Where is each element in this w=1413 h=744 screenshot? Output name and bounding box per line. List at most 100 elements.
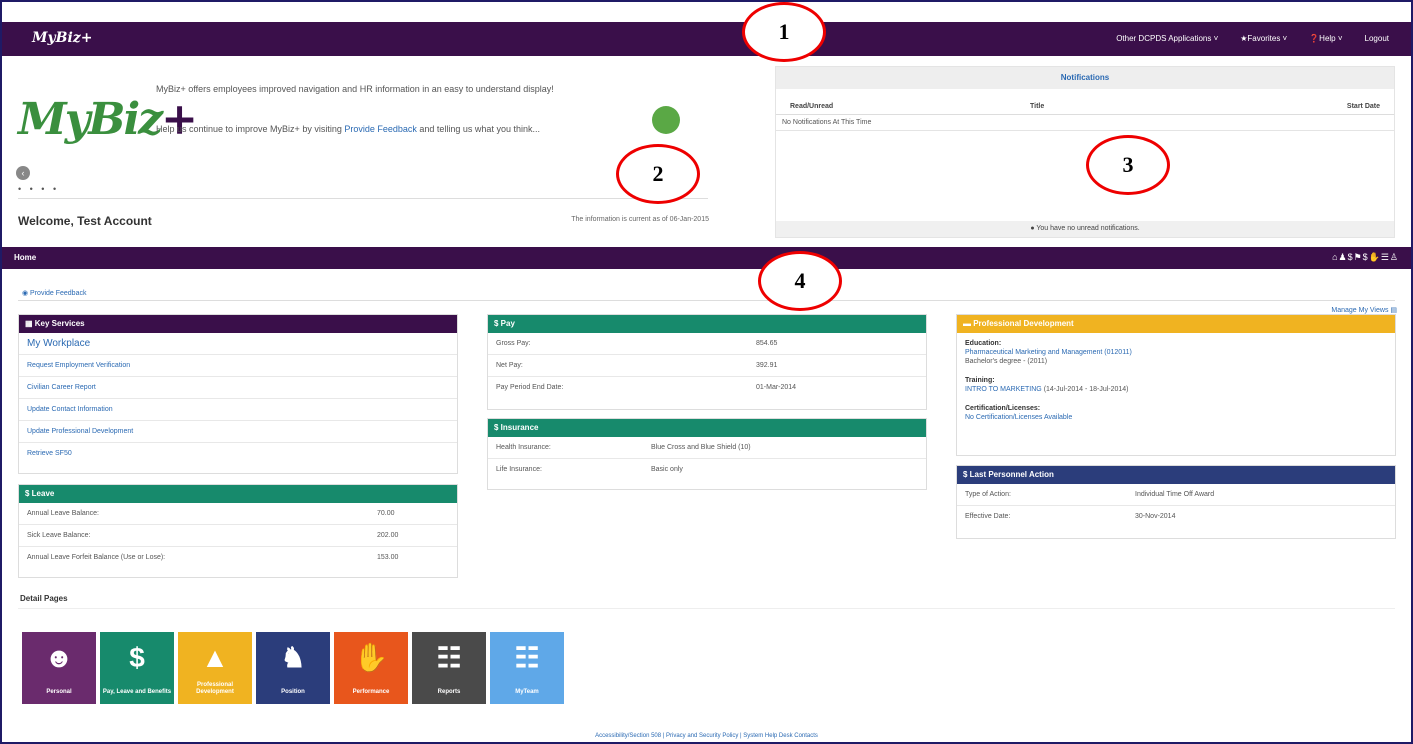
- detail-page-tiles: ☻ Personal $ Pay, Leave and Benefits ▲ Prof…: [22, 632, 564, 704]
- pay-row: Gross Pay: 854.65: [488, 333, 926, 355]
- callout-4: 4: [758, 251, 842, 311]
- person-icon: ☻: [44, 642, 74, 673]
- provide-feedback-breadcrumb[interactable]: ◉ Provide Feedback: [22, 289, 86, 297]
- insurance-row: Health Insurance: Blue Cross and Blue Shi…: [488, 437, 926, 459]
- help-menu[interactable]: ❓Help ˅: [1309, 34, 1342, 43]
- training-link[interactable]: INTRO TO MARKETING: [965, 386, 1042, 393]
- col-title[interactable]: Title: [1030, 103, 1300, 110]
- professional-development-body: Education: Pharmaceutical Marketing and …: [957, 333, 1395, 438]
- personal-tile[interactable]: ☻ Personal: [22, 632, 96, 704]
- thumbs-up-icon: ✋: [353, 642, 389, 673]
- brand-logo[interactable]: MyBiz+: [32, 30, 92, 46]
- carousel-dots[interactable]: • • • •: [18, 184, 59, 194]
- divider: [18, 300, 1395, 301]
- key-services-title: ▦ Key Services: [19, 315, 457, 333]
- unread-status: ● You have no unread notifications.: [776, 221, 1394, 237]
- effective-date-value: 30-Nov-2014: [1135, 513, 1176, 520]
- notifications-title: Notifications: [776, 67, 1394, 89]
- gross-pay-value: 854.65: [756, 340, 778, 347]
- top-menu: Other DCPDS Applications ˅ ★Favorites ˅ …: [1116, 34, 1389, 43]
- manage-views-link[interactable]: Manage My Views ▤: [1331, 306, 1397, 314]
- dollar-icon: $: [129, 642, 145, 673]
- my-workplace-link[interactable]: My Workplace: [19, 333, 457, 355]
- leave-row: Annual Leave Forfeit Balance (Use or Los…: [19, 547, 457, 569]
- leave-row: Sick Leave Balance: 202.00: [19, 525, 457, 547]
- last-personnel-action-panel: $ Last Personnel Action Type of Action: I…: [956, 465, 1396, 539]
- health-insurance-value: Blue Cross and Blue Shield (10): [651, 444, 751, 451]
- top-bar: MyBiz+ Other DCPDS Applications ˅ ★Favor…: [2, 22, 1411, 56]
- carousel-text: MyBiz+ offers employees improved navigat…: [156, 84, 554, 94]
- logout-link[interactable]: Logout: [1365, 34, 1389, 43]
- detail-pages-title: Detail Pages: [20, 594, 68, 603]
- divider: [18, 198, 708, 199]
- graduation-cap-icon: ▲: [201, 642, 229, 673]
- myteam-tile[interactable]: ☷ MyTeam: [490, 632, 564, 704]
- performance-tile[interactable]: ✋ Performance: [334, 632, 408, 704]
- pay-leave-benefits-tile[interactable]: $ Pay, Leave and Benefits: [100, 632, 174, 704]
- pay-row: Net Pay: 392.91: [488, 355, 926, 377]
- update-contact-information-link[interactable]: Update Contact Information: [19, 399, 457, 421]
- action-type-value: Individual Time Off Award: [1135, 491, 1215, 498]
- position-icon: ♞: [280, 642, 306, 673]
- personnel-action-row: Type of Action: Individual Time Off Award: [957, 484, 1395, 506]
- personnel-action-row: Effective Date: 30-Nov-2014: [957, 506, 1395, 528]
- other-apps-menu[interactable]: Other DCPDS Applications ˅: [1116, 34, 1218, 43]
- key-services-panel: ▦ Key Services My Workplace Request Empl…: [18, 314, 458, 474]
- insurance-title: $ Insurance: [488, 419, 926, 437]
- professional-development-panel: ▬ Professional Development Education: Ph…: [956, 314, 1396, 456]
- leave-row: Annual Leave Balance: 70.00: [19, 503, 457, 525]
- provide-feedback-link[interactable]: Provide Feedback: [344, 124, 417, 134]
- pay-panel: $ Pay Gross Pay: 854.65 Net Pay: 392.91 Pa…: [487, 314, 927, 410]
- favorites-menu[interactable]: ★Favorites ˅: [1240, 34, 1287, 43]
- annual-leave-value: 70.00: [377, 510, 395, 517]
- data-currency-note: The information is current as of 06-Jan-…: [571, 216, 709, 223]
- sick-leave-value: 202.00: [377, 532, 399, 539]
- pay-row: Pay Period End Date: 01-Mar-2014: [488, 377, 926, 399]
- training-label: Training:: [965, 377, 995, 384]
- position-tile[interactable]: ♞ Position: [256, 632, 330, 704]
- footer-links[interactable]: Accessibility/Section 508 | Privacy and …: [0, 733, 1413, 739]
- professional-development-title: ▬ Professional Development: [957, 315, 1395, 333]
- education-label: Education:: [965, 340, 1002, 347]
- request-employment-verification-link[interactable]: Request Employment Verification: [19, 355, 457, 377]
- leave-title: $ Leave: [19, 485, 457, 503]
- education-link[interactable]: Pharmaceutical Marketing and Management …: [965, 348, 1387, 357]
- retrieve-sf50-link[interactable]: Retrieve SF50: [19, 443, 457, 465]
- certification-label: Certification/Licenses:: [965, 405, 1041, 412]
- home-tab[interactable]: Home: [14, 253, 36, 262]
- pay-period-end-value: 01-Mar-2014: [756, 384, 797, 391]
- net-pay-value: 392.91: [756, 362, 778, 369]
- divider: [18, 608, 1395, 609]
- forfeit-leave-value: 153.00: [377, 554, 399, 561]
- callout-1: 1: [742, 2, 826, 62]
- col-read-unread[interactable]: Read/Unread: [790, 103, 1030, 110]
- mybiz-logo: MyBiz+: [18, 94, 198, 145]
- insurance-row: Life Insurance: Basic only: [488, 459, 926, 481]
- document-icon: ☷: [436, 642, 462, 673]
- last-personnel-action-title: $ Last Personnel Action: [957, 466, 1395, 484]
- professional-development-tile[interactable]: ▲ Professional Development: [178, 632, 252, 704]
- carousel-prev-icon[interactable]: ‹: [16, 166, 30, 180]
- civilian-career-report-link[interactable]: Civilian Career Report: [19, 377, 457, 399]
- callout-2: 2: [616, 144, 700, 204]
- education-degree: Bachelor's degree - (2011): [965, 358, 1048, 365]
- seal-icon: [652, 106, 680, 134]
- insurance-panel: $ Insurance Health Insurance: Blue Cross …: [487, 418, 927, 490]
- quick-nav-icons[interactable]: ⌂♟$⚑$✋☰♙: [1332, 252, 1399, 263]
- carousel-feedback-text: Help us continue to improve MyBiz+ by vi…: [156, 124, 540, 134]
- notifications-panel: Notifications Read/Unread Title Start Da…: [775, 66, 1395, 238]
- col-start-date[interactable]: Start Date: [1300, 103, 1380, 110]
- training-dates: (14-Jul-2014 - 18-Jul-2014): [1041, 386, 1129, 393]
- welcome-message: Welcome, Test Account: [18, 214, 152, 228]
- nav-bar: Home ⌂♟$⚑$✋☰♙: [2, 247, 1411, 269]
- notifications-header: Read/Unread Title Start Date: [776, 89, 1394, 115]
- reports-tile[interactable]: ☷ Reports: [412, 632, 486, 704]
- org-chart-icon: ☷: [514, 642, 540, 673]
- certification-link[interactable]: No Certification/Licenses Available: [965, 413, 1387, 422]
- leave-panel: $ Leave Annual Leave Balance: 70.00 Sick …: [18, 484, 458, 578]
- notifications-empty-row: No Notifications At This Time: [776, 115, 1394, 131]
- announcement-carousel: MyBiz+ MyBiz+ offers employees improved …: [10, 66, 715, 232]
- update-professional-development-link[interactable]: Update Professional Development: [19, 421, 457, 443]
- life-insurance-value: Basic only: [651, 466, 683, 473]
- callout-3: 3: [1086, 135, 1170, 195]
